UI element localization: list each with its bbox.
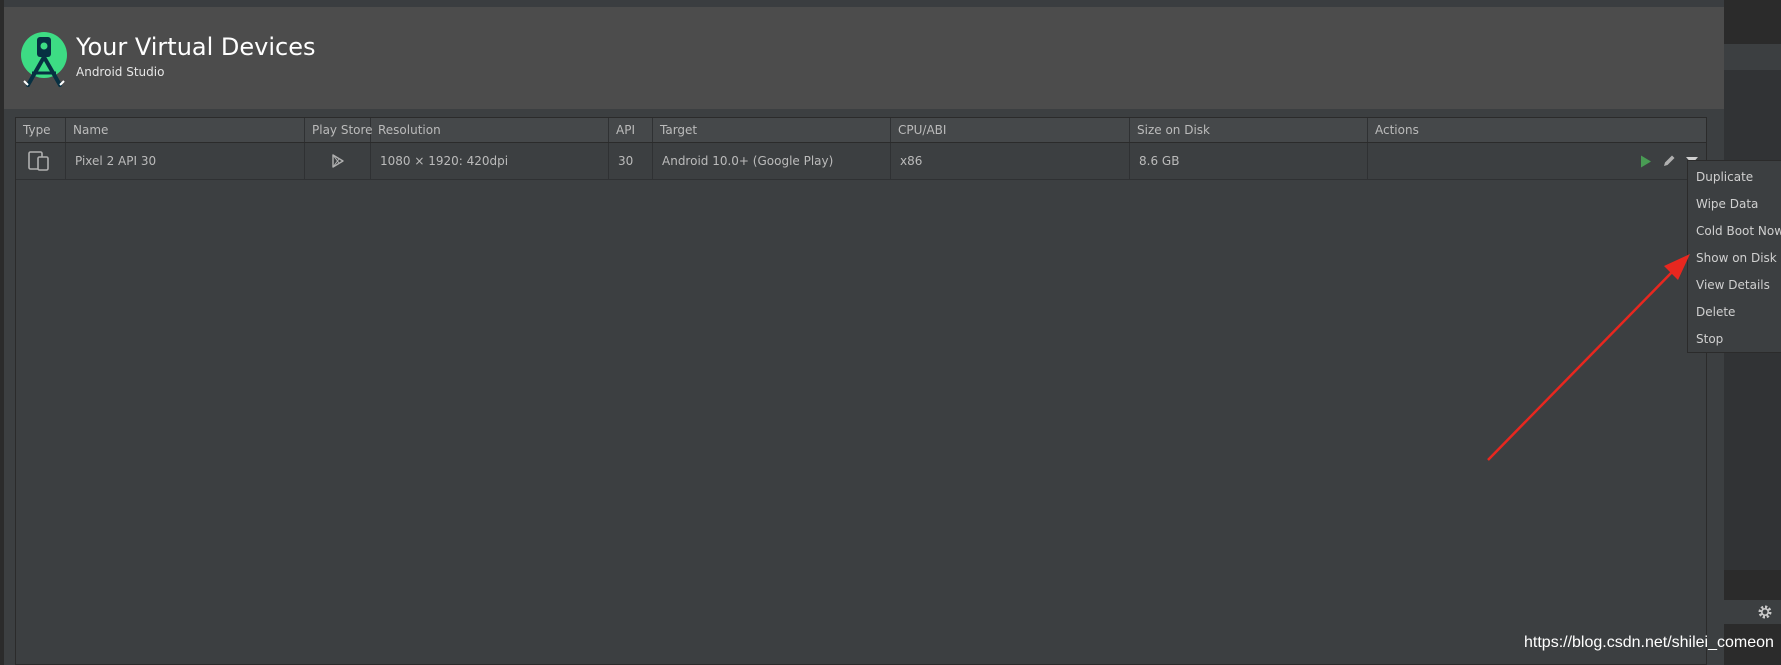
column-header-size-on-disk[interactable]: Size on Disk (1130, 118, 1368, 142)
column-header-play-store[interactable]: Play Store (305, 118, 373, 142)
menu-item-delete[interactable]: Delete (1688, 299, 1781, 326)
device-name-cell: Pixel 2 API 30 (66, 143, 305, 179)
menu-item-view-details[interactable]: View Details (1688, 272, 1781, 299)
edit-pencil-icon[interactable] (1662, 154, 1676, 168)
play-store-icon (332, 154, 344, 168)
table-row[interactable]: Pixel 2 API 30 1080 × 1920: 420dpi 30 An… (16, 143, 1706, 180)
side-panel-toolbar (1724, 44, 1781, 70)
play-store-cell (305, 143, 371, 179)
run-icon[interactable] (1640, 155, 1652, 168)
menu-item-wipe-data[interactable]: Wipe Data (1688, 191, 1781, 218)
menu-item-cold-boot-now[interactable]: Cold Boot Now (1688, 218, 1781, 245)
column-header-cpu-abi[interactable]: CPU/ABI (891, 118, 1130, 142)
column-header-type[interactable]: Type (16, 118, 66, 142)
page-title: Your Virtual Devices (76, 33, 316, 61)
column-header-target[interactable]: Target (653, 118, 891, 142)
table-header: Type Name Play Store Resolution API Targ… (16, 118, 1706, 143)
menu-item-show-on-disk[interactable]: Show on Disk (1688, 245, 1781, 272)
actions-dropdown-menu: Duplicate Wipe Data Cold Boot Now Show o… (1687, 160, 1781, 353)
header: Your Virtual Devices Android Studio (4, 7, 1724, 109)
menu-item-stop[interactable]: Stop (1688, 326, 1781, 353)
column-header-resolution[interactable]: Resolution (371, 118, 609, 142)
gear-icon[interactable] (1757, 604, 1773, 620)
resolution-cell: 1080 × 1920: 420dpi (371, 143, 609, 179)
target-cell: Android 10.0+ (Google Play) (653, 143, 891, 179)
size-on-disk-cell: 8.6 GB (1130, 143, 1368, 179)
cpu-abi-cell: x86 (891, 143, 1130, 179)
screen: Your Virtual Devices Android Studio Type… (0, 0, 1781, 665)
column-header-name[interactable]: Name (66, 118, 305, 142)
page-subtitle: Android Studio (76, 65, 165, 79)
api-cell: 30 (609, 143, 653, 179)
phone-tablet-icon (28, 151, 49, 171)
actions-cell (1368, 143, 1706, 179)
menu-item-duplicate[interactable]: Duplicate (1688, 164, 1781, 191)
column-header-api[interactable]: API (609, 118, 653, 142)
title-bar (4, 0, 1724, 7)
android-studio-logo-icon (21, 32, 67, 87)
watermark-text: https://blog.csdn.net/shilei_comeon (1524, 634, 1774, 651)
column-header-actions: Actions (1375, 123, 1419, 137)
device-table: Type Name Play Store Resolution API Targ… (15, 117, 1707, 665)
type-cell (16, 143, 66, 179)
